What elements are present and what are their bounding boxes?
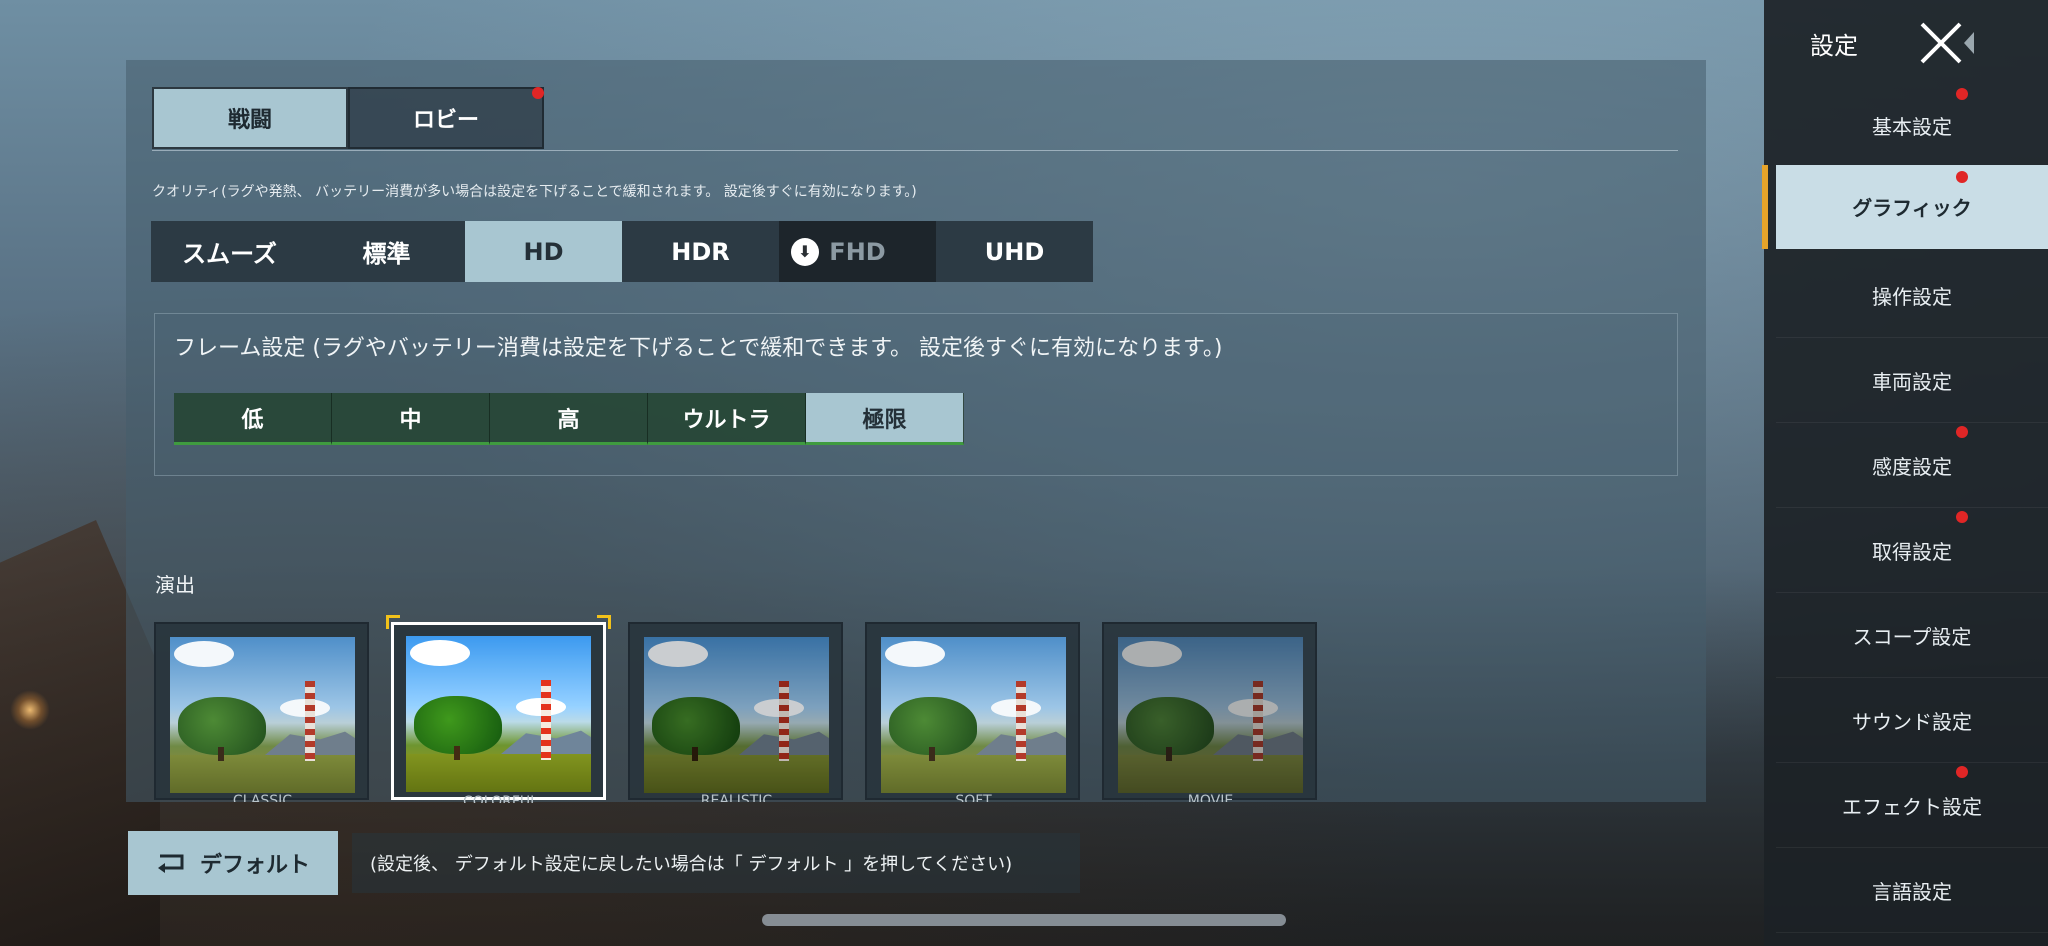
- selection-corner: [597, 615, 611, 629]
- effect-card-label: MOVIE: [1187, 793, 1234, 802]
- option-label: HD: [523, 237, 564, 266]
- default-button-label: デフォルト: [199, 853, 310, 878]
- notification-badge: [1956, 511, 1968, 523]
- sidebar-item-label: サウンド設定: [1852, 710, 1972, 734]
- reset-icon: [156, 852, 188, 874]
- frame-selector: 低 中 高 ウルトラ 極限: [174, 393, 964, 445]
- sidebar-item-label: スコープ設定: [1852, 625, 1972, 649]
- sidebar-item-language[interactable]: 言語設定: [1776, 849, 2048, 933]
- quality-option-hd[interactable]: HD: [465, 221, 622, 282]
- mode-tabs: 戦闘 ロビー: [152, 87, 544, 149]
- default-note: (設定後、 デフォルト設定に戻したい場合は「 デフォルト 」を押してください): [352, 833, 1080, 893]
- option-label: 中: [399, 407, 422, 433]
- sidebar-title: 設定: [1810, 32, 1858, 60]
- sidebar-item-pickup[interactable]: 取得設定: [1776, 509, 2048, 593]
- frame-option-low[interactable]: 低: [174, 393, 332, 445]
- effect-card-label: SOFT: [955, 793, 992, 802]
- sidebar-item-label: 操作設定: [1872, 285, 1952, 309]
- sidebar-item-label: エフェクト設定: [1842, 795, 1982, 819]
- quality-note: クオリティ(ラグや発熱、 バッテリー消費が多い場合は設定を下げることで緩和されま…: [152, 184, 917, 200]
- effect-thumbnail: [406, 636, 591, 792]
- effect-thumbnail: [881, 637, 1066, 793]
- default-button[interactable]: デフォルト: [128, 831, 338, 895]
- effect-card-label: COLORFUL: [463, 794, 538, 803]
- effect-card-realistic[interactable]: REALISTIC: [628, 622, 843, 802]
- home-indicator[interactable]: [762, 914, 1286, 926]
- option-label: 極限: [862, 407, 907, 433]
- option-label: 標準: [362, 240, 411, 268]
- option-label: 低: [241, 407, 264, 433]
- background-light: [10, 690, 50, 730]
- sidebar-item-label: 言語設定: [1872, 880, 1952, 904]
- quality-option-hdr[interactable]: HDR: [622, 221, 779, 282]
- effect-card-movie[interactable]: MOVIE: [1102, 622, 1317, 802]
- notification-badge: [1956, 171, 1968, 183]
- download-icon: ⬇: [791, 238, 819, 266]
- tabs-divider: [152, 150, 1678, 151]
- tab-label: ロビー: [412, 108, 479, 133]
- effect-cards: CLASSIC COLORFUL REALISTIC SOFT MOVIE: [154, 615, 1317, 803]
- option-label: スムーズ: [182, 240, 277, 268]
- quality-option-smooth[interactable]: スムーズ: [151, 221, 308, 282]
- effect-card-colorful[interactable]: COLORFUL: [386, 615, 611, 803]
- sidebar-item-scope[interactable]: スコープ設定: [1776, 594, 2048, 678]
- sidebar-item-label: 感度設定: [1872, 455, 1952, 479]
- effect-thumbnail: [1118, 637, 1303, 793]
- sidebar-item-sound[interactable]: サウンド設定: [1776, 679, 2048, 763]
- effect-card-label: CLASSIC: [232, 793, 293, 802]
- sidebar-item-basic[interactable]: 基本設定: [1776, 84, 2048, 168]
- effect-thumbnail: [170, 637, 355, 793]
- sidebar-item-label: 取得設定: [1872, 540, 1952, 564]
- quality-option-fhd[interactable]: ⬇ FHD: [779, 221, 936, 282]
- frame-option-extreme[interactable]: 極限: [806, 393, 964, 445]
- option-label: UHD: [984, 237, 1045, 266]
- sidebar-item-graphics[interactable]: グラフィック: [1776, 165, 2048, 249]
- frame-note: フレーム設定 (ラグやバッテリー消費は設定を下げることで緩和できます。 設定後す…: [174, 336, 1223, 361]
- notification-badge: [1956, 766, 1968, 778]
- quality-selector: スムーズ 標準 HD HDR ⬇ FHD UHD: [151, 221, 1093, 282]
- option-label: ウルトラ: [682, 407, 771, 433]
- option-label: 高: [557, 407, 580, 433]
- sidebar-item-controls[interactable]: 操作設定: [1776, 254, 2048, 338]
- close-icon[interactable]: [1918, 20, 1980, 66]
- quality-option-standard[interactable]: 標準: [308, 221, 465, 282]
- sidebar-item-label: 基本設定: [1872, 115, 1952, 139]
- quality-option-uhd[interactable]: UHD: [936, 221, 1093, 282]
- notification-badge: [532, 87, 544, 99]
- effect-card-label: REALISTIC: [700, 793, 773, 802]
- option-label: HDR: [671, 237, 730, 266]
- tab-battle[interactable]: 戦闘: [152, 87, 348, 149]
- sidebar-item-vehicle[interactable]: 車両設定: [1776, 339, 2048, 423]
- frame-option-ultra[interactable]: ウルトラ: [648, 393, 806, 445]
- selection-corner: [386, 615, 400, 629]
- sidebar-item-label: グラフィック: [1852, 196, 1972, 220]
- frame-option-high[interactable]: 高: [490, 393, 648, 445]
- notification-badge: [1956, 88, 1968, 100]
- tab-label: 戦闘: [227, 108, 272, 133]
- sidebar-item-label: 車両設定: [1872, 370, 1952, 394]
- sidebar-item-sensitivity[interactable]: 感度設定: [1776, 424, 2048, 508]
- effects-label: 演出: [155, 573, 195, 597]
- effect-card-classic[interactable]: CLASSIC: [154, 622, 369, 802]
- effect-thumbnail: [644, 637, 829, 793]
- tab-lobby[interactable]: ロビー: [348, 87, 544, 149]
- option-label: FHD: [829, 237, 886, 266]
- sidebar-item-effects[interactable]: エフェクト設定: [1776, 764, 2048, 848]
- effect-card-soft[interactable]: SOFT: [865, 622, 1080, 802]
- notification-badge: [1956, 426, 1968, 438]
- frame-option-medium[interactable]: 中: [332, 393, 490, 445]
- sidebar-active-indicator: [1762, 165, 1768, 249]
